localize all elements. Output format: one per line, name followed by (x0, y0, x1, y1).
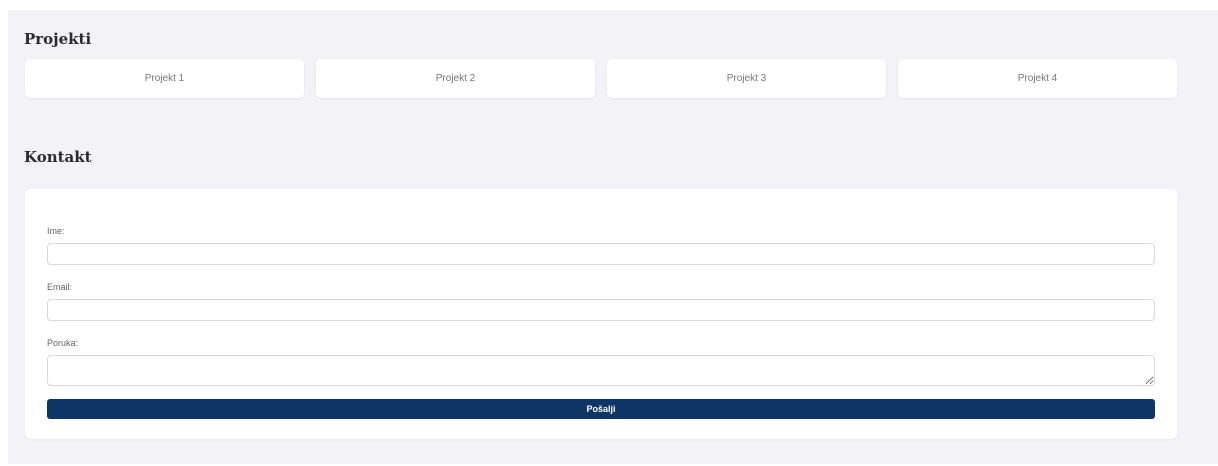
project-label: Projekt 1 (144, 73, 185, 84)
project-card-3[interactable]: Projekt 3 (607, 59, 886, 98)
project-label: Projekt 3 (726, 73, 767, 84)
name-label: Ime: (47, 226, 65, 236)
project-label: Projekt 4 (1017, 73, 1058, 84)
project-label: Projekt 2 (435, 73, 476, 84)
message-label: Poruka: (47, 338, 79, 348)
email-label: Email: (47, 282, 73, 292)
project-card-4[interactable]: Projekt 4 (898, 59, 1177, 98)
contact-form: Ime: Email: Poruka: Pošalji (25, 189, 1177, 439)
message-textarea[interactable] (47, 355, 1155, 386)
email-field[interactable] (47, 299, 1155, 321)
projects-heading: Projekti (24, 30, 92, 48)
project-card-1[interactable]: Projekt 1 (25, 59, 304, 98)
submit-button[interactable]: Pošalji (47, 399, 1155, 419)
name-field[interactable] (47, 243, 1155, 265)
page: Projekti Projekt 1 Projekt 2 Projekt 3 P… (8, 10, 1218, 464)
contact-heading: Kontakt (24, 148, 92, 166)
project-card-2[interactable]: Projekt 2 (316, 59, 595, 98)
projects-list: Projekt 1 Projekt 2 Projekt 3 Projekt 4 (25, 59, 1177, 98)
